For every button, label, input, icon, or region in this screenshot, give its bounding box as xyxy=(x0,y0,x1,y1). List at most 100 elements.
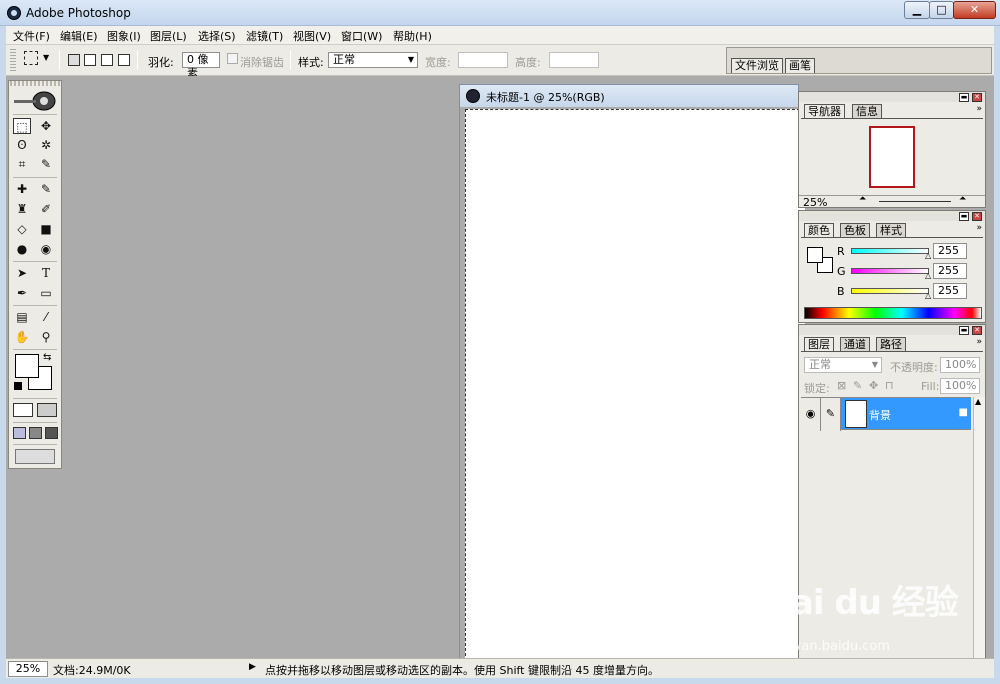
green-channel-slider[interactable] xyxy=(851,268,929,274)
blue-channel-slider[interactable] xyxy=(851,288,929,294)
blue-slider-handle[interactable]: △ xyxy=(925,291,931,300)
green-slider-handle[interactable]: △ xyxy=(925,271,931,280)
menu-help[interactable]: 帮助(H) xyxy=(393,28,432,44)
palette-header[interactable] xyxy=(799,211,985,221)
pen-tool-icon[interactable]: ✒ xyxy=(13,285,31,301)
maximize-button[interactable]: □ xyxy=(929,1,954,19)
palette-close-icon[interactable]: ✕ xyxy=(972,326,982,335)
menu-file[interactable]: 文件(F) xyxy=(13,28,50,44)
palette-header[interactable] xyxy=(799,325,985,335)
dodge-tool-icon[interactable]: ◉ xyxy=(37,241,55,257)
layer-name[interactable]: 背景 xyxy=(869,407,891,423)
lock-position-icon[interactable]: ✥ xyxy=(869,379,878,392)
swap-colors-icon[interactable]: ⇆ xyxy=(43,352,51,363)
opacity-input[interactable]: 100% xyxy=(940,357,980,373)
palette-minimize-icon[interactable]: ▬ xyxy=(959,93,969,102)
path-selection-tool-icon[interactable]: ➤ xyxy=(13,265,31,281)
feather-input[interactable]: 0 像素 xyxy=(182,52,220,80)
new-selection-icon[interactable] xyxy=(68,54,80,66)
shape-tool-icon[interactable]: ▭ xyxy=(37,285,55,301)
standard-mode-icon[interactable] xyxy=(13,403,33,417)
palette-header[interactable] xyxy=(799,92,985,102)
layer-row-background[interactable]: ◉ ✎ 背景 ■ xyxy=(801,397,971,431)
toolbox-grip[interactable] xyxy=(10,81,60,86)
lock-pixels-icon[interactable]: ✎ xyxy=(853,379,862,392)
navigator-thumbnail[interactable] xyxy=(869,126,915,188)
screen-mode-full-menu-icon[interactable] xyxy=(29,427,42,439)
brush-tool-icon[interactable]: ✎ xyxy=(37,181,55,197)
photoshop-eye-logo-icon[interactable] xyxy=(12,91,58,111)
lock-all-icon[interactable]: ⊓ xyxy=(885,379,894,392)
fill-input[interactable]: 100% xyxy=(940,378,980,394)
magic-wand-tool-icon[interactable]: ✲ xyxy=(37,137,55,153)
marquee-tool-icon[interactable]: ⬚ xyxy=(13,118,31,134)
clone-stamp-tool-icon[interactable]: ♜ xyxy=(13,201,31,217)
red-channel-slider[interactable] xyxy=(851,248,929,254)
palette-minimize-icon[interactable]: ▬ xyxy=(959,212,969,221)
menu-view[interactable]: 视图(V) xyxy=(293,28,331,44)
tab-swatches[interactable]: 色板 xyxy=(840,223,870,237)
blur-tool-icon[interactable]: ● xyxy=(13,241,31,257)
status-menu-arrow-icon[interactable]: ▶ xyxy=(249,662,256,672)
tab-color[interactable]: 颜色 xyxy=(804,223,834,237)
lasso-tool-icon[interactable]: ʘ xyxy=(13,137,31,153)
palette-close-icon[interactable]: ✕ xyxy=(972,212,982,221)
red-channel-input[interactable]: 255 xyxy=(933,243,967,259)
menu-filter[interactable]: 滤镜(T) xyxy=(246,28,283,44)
default-colors-icon[interactable] xyxy=(14,382,22,390)
green-channel-input[interactable]: 255 xyxy=(933,263,967,279)
jump-to-imageready-icon[interactable] xyxy=(15,449,55,464)
layer-visibility-eye-icon[interactable]: ◉ xyxy=(801,398,821,431)
menu-window[interactable]: 窗口(W) xyxy=(341,28,382,44)
move-tool-icon[interactable]: ✥ xyxy=(37,118,55,134)
preset-dropdown-arrow-icon[interactable]: ▼ xyxy=(43,53,49,62)
type-tool-icon[interactable]: T xyxy=(37,265,55,281)
palette-menu-icon[interactable]: » xyxy=(976,104,982,114)
zoom-in-icon[interactable]: ⏶ xyxy=(959,194,966,204)
blue-channel-input[interactable]: 255 xyxy=(933,283,967,299)
zoom-slider[interactable] xyxy=(879,201,951,202)
zoom-out-icon[interactable]: ⏶ xyxy=(859,194,866,204)
tab-layers[interactable]: 图层 xyxy=(804,337,834,351)
quick-mask-mode-icon[interactable] xyxy=(37,403,57,417)
foreground-color-swatch[interactable] xyxy=(807,247,823,263)
intersect-selection-icon[interactable] xyxy=(118,54,130,66)
width-input[interactable] xyxy=(458,52,508,68)
slice-tool-icon[interactable]: ✎ xyxy=(37,156,55,172)
eyedropper-tool-icon[interactable]: ⁄ xyxy=(37,309,55,325)
document-canvas[interactable] xyxy=(465,109,805,661)
height-input[interactable] xyxy=(549,52,599,68)
marquee-preset-icon[interactable] xyxy=(24,51,38,65)
healing-brush-tool-icon[interactable]: ✚ xyxy=(13,181,31,197)
screen-mode-full-icon[interactable] xyxy=(45,427,58,439)
color-spectrum-ramp[interactable] xyxy=(804,307,982,319)
red-slider-handle[interactable]: △ xyxy=(925,251,931,260)
palette-menu-icon[interactable]: » xyxy=(976,223,982,233)
tab-styles[interactable]: 样式 xyxy=(876,223,906,237)
scroll-up-arrow-icon[interactable]: ▲ xyxy=(975,397,981,406)
subtract-selection-icon[interactable] xyxy=(101,54,113,66)
tab-info[interactable]: 信息 xyxy=(852,104,882,118)
navigator-zoom-value[interactable]: 25% xyxy=(803,196,827,209)
antialias-checkbox[interactable] xyxy=(227,53,238,64)
minimize-button[interactable]: ▁ xyxy=(904,1,930,19)
blend-mode-select[interactable]: 正常 ▼ xyxy=(804,357,882,373)
hand-tool-icon[interactable]: ✋ xyxy=(13,329,31,345)
crop-tool-icon[interactable]: ⌗ xyxy=(13,156,31,172)
palette-minimize-icon[interactable]: ▬ xyxy=(959,326,969,335)
tab-brushes[interactable]: 画笔 xyxy=(785,58,815,73)
history-brush-tool-icon[interactable]: ✐ xyxy=(37,201,55,217)
tab-navigator[interactable]: 导航器 xyxy=(804,104,845,118)
zoom-tool-icon[interactable]: ⚲ xyxy=(37,329,55,345)
palette-menu-icon[interactable]: » xyxy=(976,337,982,347)
foreground-color-swatch[interactable] xyxy=(15,354,39,378)
tab-file-browser[interactable]: 文件浏览 xyxy=(731,58,783,73)
eraser-tool-icon[interactable]: ◇ xyxy=(13,221,31,237)
tab-channels[interactable]: 通道 xyxy=(840,337,870,351)
status-zoom-input[interactable]: 25% xyxy=(8,661,48,677)
layer-thumbnail[interactable] xyxy=(845,400,867,428)
menu-layer[interactable]: 图层(L) xyxy=(150,28,187,44)
menu-image[interactable]: 图象(I) xyxy=(107,28,141,44)
status-doc-info[interactable]: 文档:24.9M/0K xyxy=(53,662,131,678)
tab-paths[interactable]: 路径 xyxy=(876,337,906,351)
